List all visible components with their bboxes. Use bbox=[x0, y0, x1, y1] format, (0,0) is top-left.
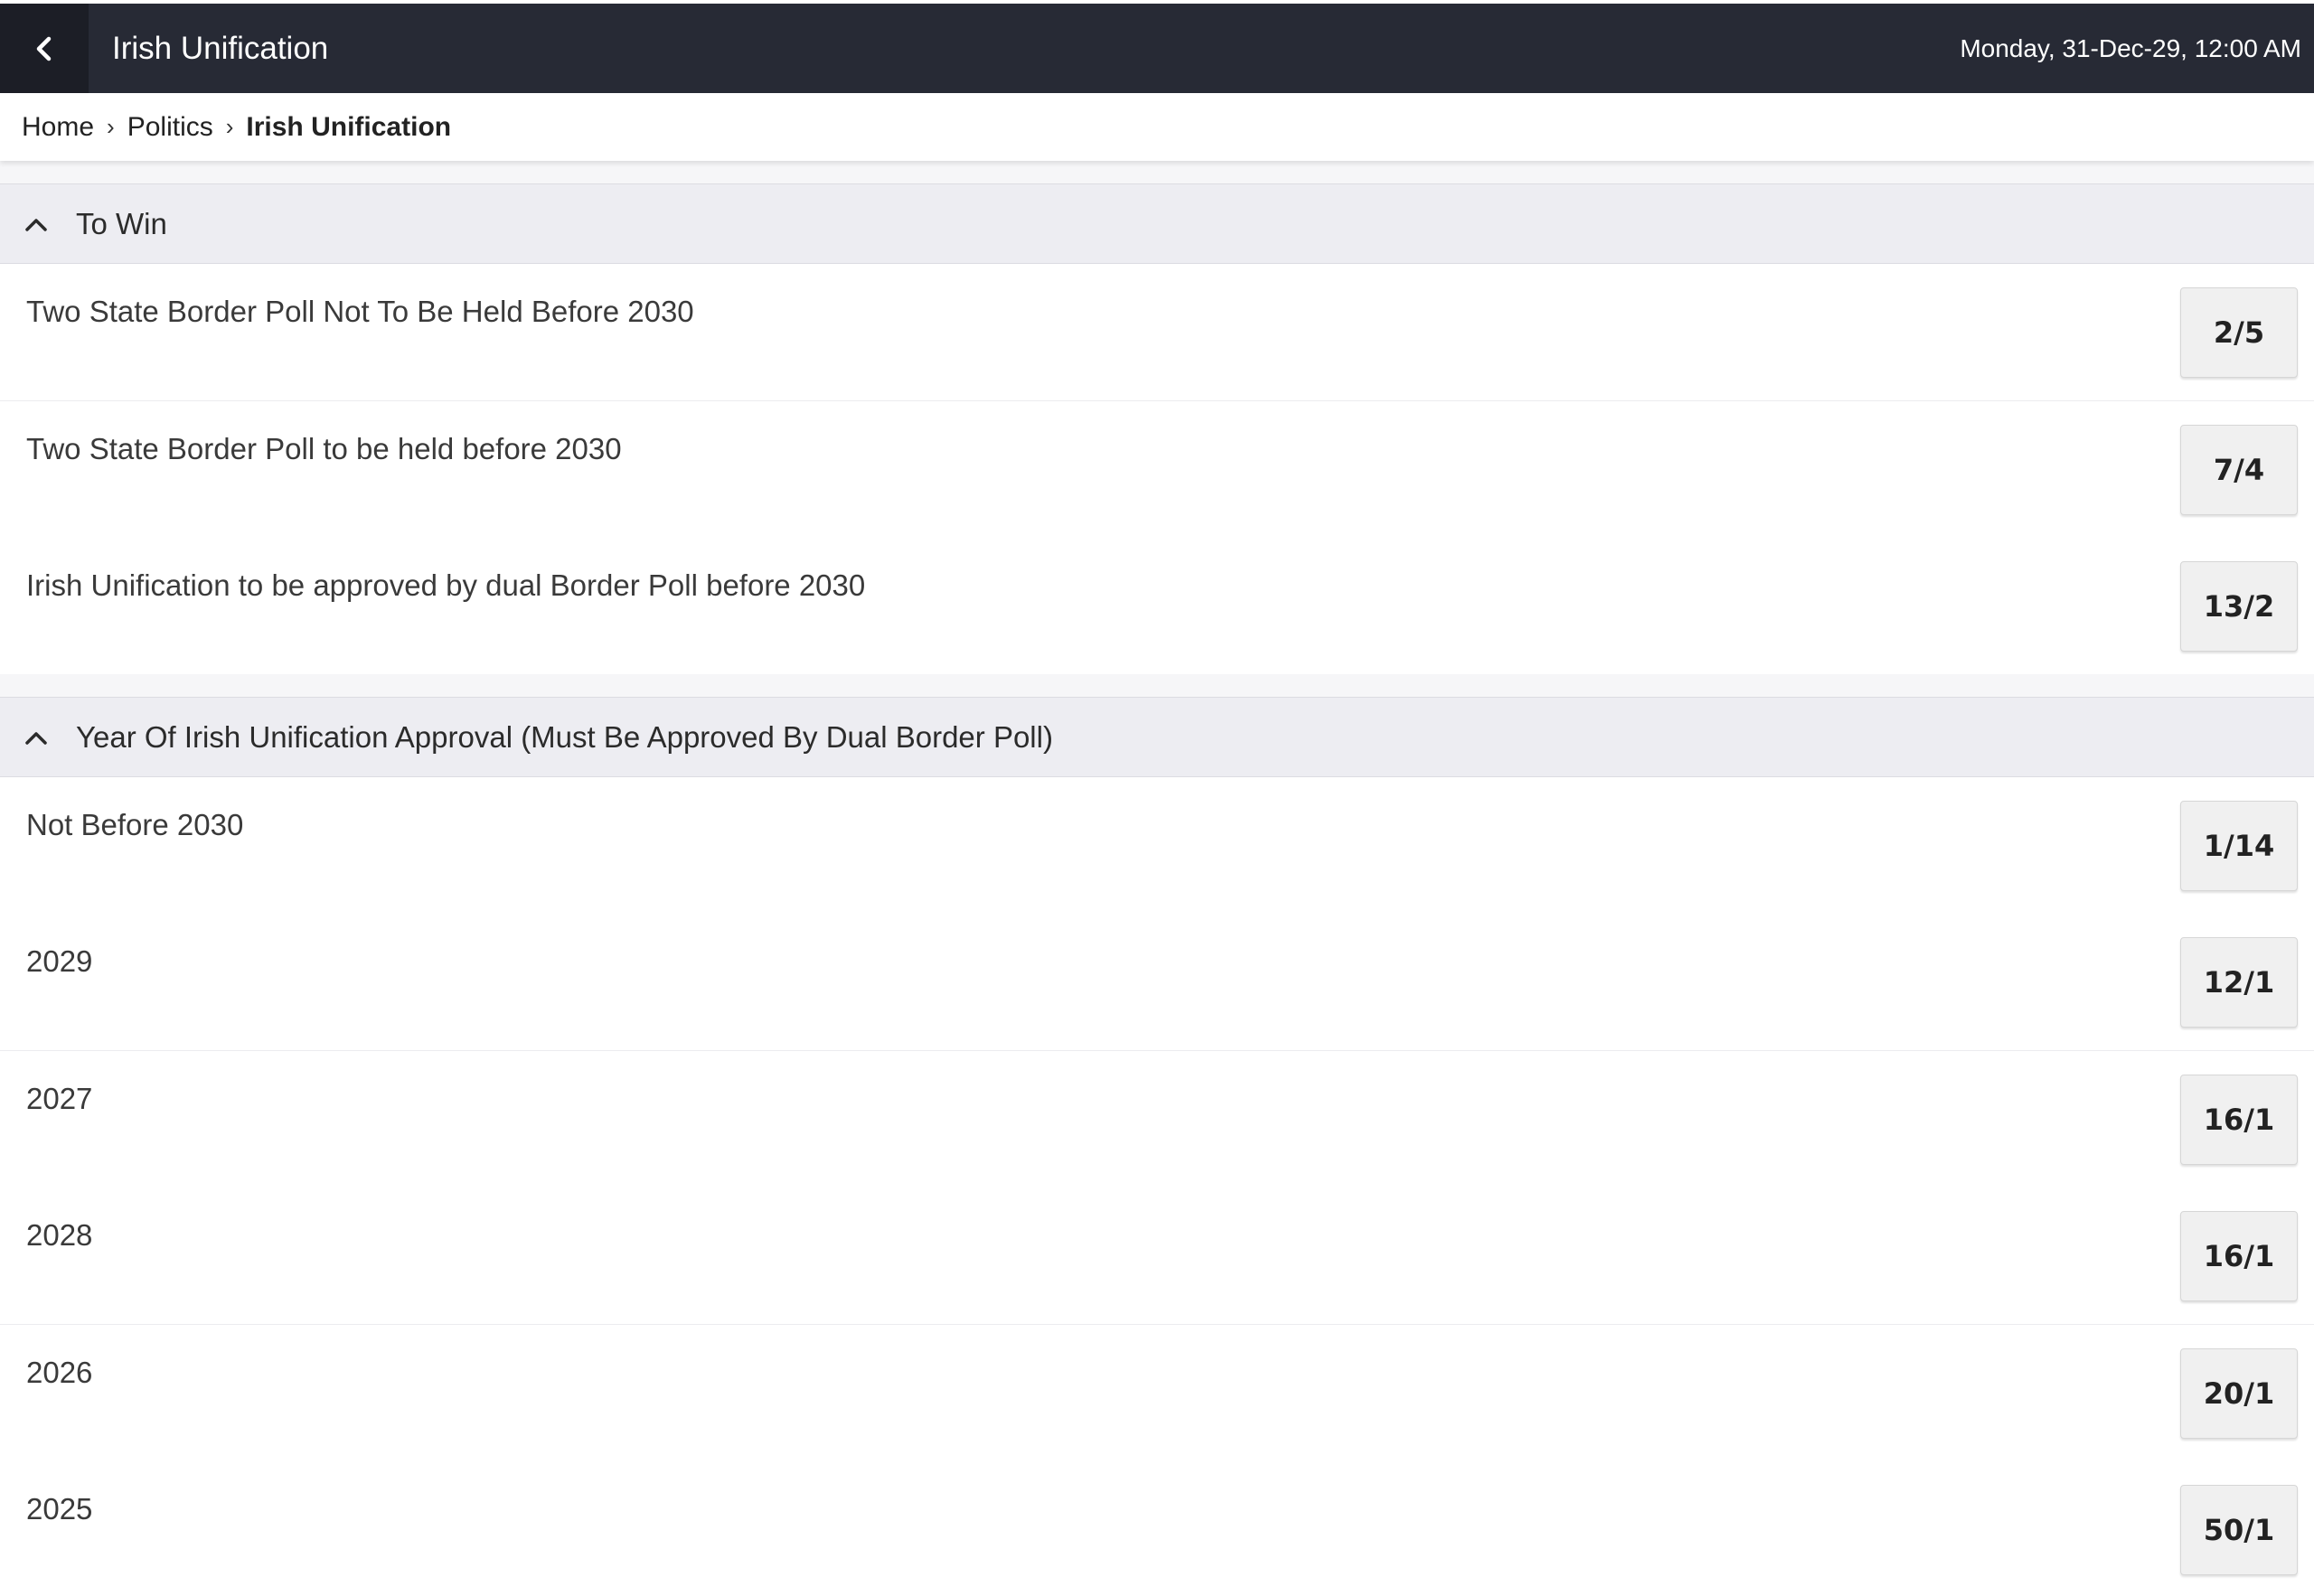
section-gap bbox=[0, 674, 2314, 698]
odds-button[interactable]: 16/1 bbox=[2180, 1211, 2298, 1301]
selection-label: 2025 bbox=[26, 1492, 93, 1526]
list-item: 2025 50/1 bbox=[0, 1461, 2314, 1596]
chevron-up-icon bbox=[18, 719, 54, 756]
chevron-up-icon bbox=[18, 206, 54, 242]
breadcrumb-politics[interactable]: Politics bbox=[127, 112, 213, 143]
list-item: 2026 20/1 bbox=[0, 1325, 2314, 1462]
breadcrumb: Home › Politics › Irish Unification bbox=[0, 93, 2314, 161]
selection-label: Not Before 2030 bbox=[26, 808, 244, 841]
list-item: Two State Border Poll to be held before … bbox=[0, 401, 2314, 539]
section-header-year-of-approval[interactable]: Year Of Irish Unification Approval (Must… bbox=[0, 697, 2314, 777]
section-title: To Win bbox=[76, 206, 167, 240]
top-bar: Irish Unification Monday, 31-Dec-29, 12:… bbox=[0, 4, 2314, 93]
list-item: 2029 12/1 bbox=[0, 914, 2314, 1051]
breadcrumb-current: Irish Unification bbox=[246, 111, 452, 142]
breadcrumb-home[interactable]: Home bbox=[22, 112, 94, 143]
odds-button[interactable]: 50/1 bbox=[2180, 1485, 2298, 1575]
page-title: Irish Unification bbox=[112, 30, 329, 66]
list-item: Irish Unification to be approved by dual… bbox=[0, 538, 2314, 675]
odds-button[interactable]: 2/5 bbox=[2180, 287, 2298, 378]
odds-button[interactable]: 1/14 bbox=[2180, 801, 2298, 891]
list-item: Not Before 2030 1/14 bbox=[0, 777, 2314, 915]
odds-button[interactable]: 12/1 bbox=[2180, 937, 2298, 1028]
breadcrumb-separator: › bbox=[225, 113, 234, 140]
selection-label: Two State Border Poll Not To Be Held Bef… bbox=[26, 295, 694, 328]
list-item: 2028 16/1 bbox=[0, 1188, 2314, 1325]
odds-button[interactable]: 7/4 bbox=[2180, 425, 2298, 515]
datetime-display: Monday, 31-Dec-29, 12:00 AM bbox=[1960, 33, 2301, 62]
selection-label: Two State Border Poll to be held before … bbox=[26, 432, 622, 465]
selection-label: 2029 bbox=[26, 944, 93, 978]
odds-button[interactable]: 13/2 bbox=[2180, 561, 2298, 652]
chevron-left-icon bbox=[36, 36, 52, 61]
breadcrumb-separator: › bbox=[107, 113, 115, 140]
odds-button[interactable]: 20/1 bbox=[2180, 1348, 2298, 1439]
list-item: Two State Border Poll Not To Be Held Bef… bbox=[0, 264, 2314, 401]
back-button[interactable] bbox=[0, 4, 89, 93]
selection-label: 2027 bbox=[26, 1082, 93, 1115]
selection-label: Irish Unification to be approved by dual… bbox=[26, 568, 866, 602]
section-title: Year Of Irish Unification Approval (Must… bbox=[76, 719, 1053, 754]
odds-button[interactable]: 16/1 bbox=[2180, 1075, 2298, 1165]
selection-label: 2028 bbox=[26, 1218, 93, 1252]
section-gap bbox=[0, 161, 2314, 184]
section-header-to-win[interactable]: To Win bbox=[0, 183, 2314, 264]
selection-label: 2026 bbox=[26, 1356, 93, 1389]
list-item: 2027 16/1 bbox=[0, 1051, 2314, 1188]
